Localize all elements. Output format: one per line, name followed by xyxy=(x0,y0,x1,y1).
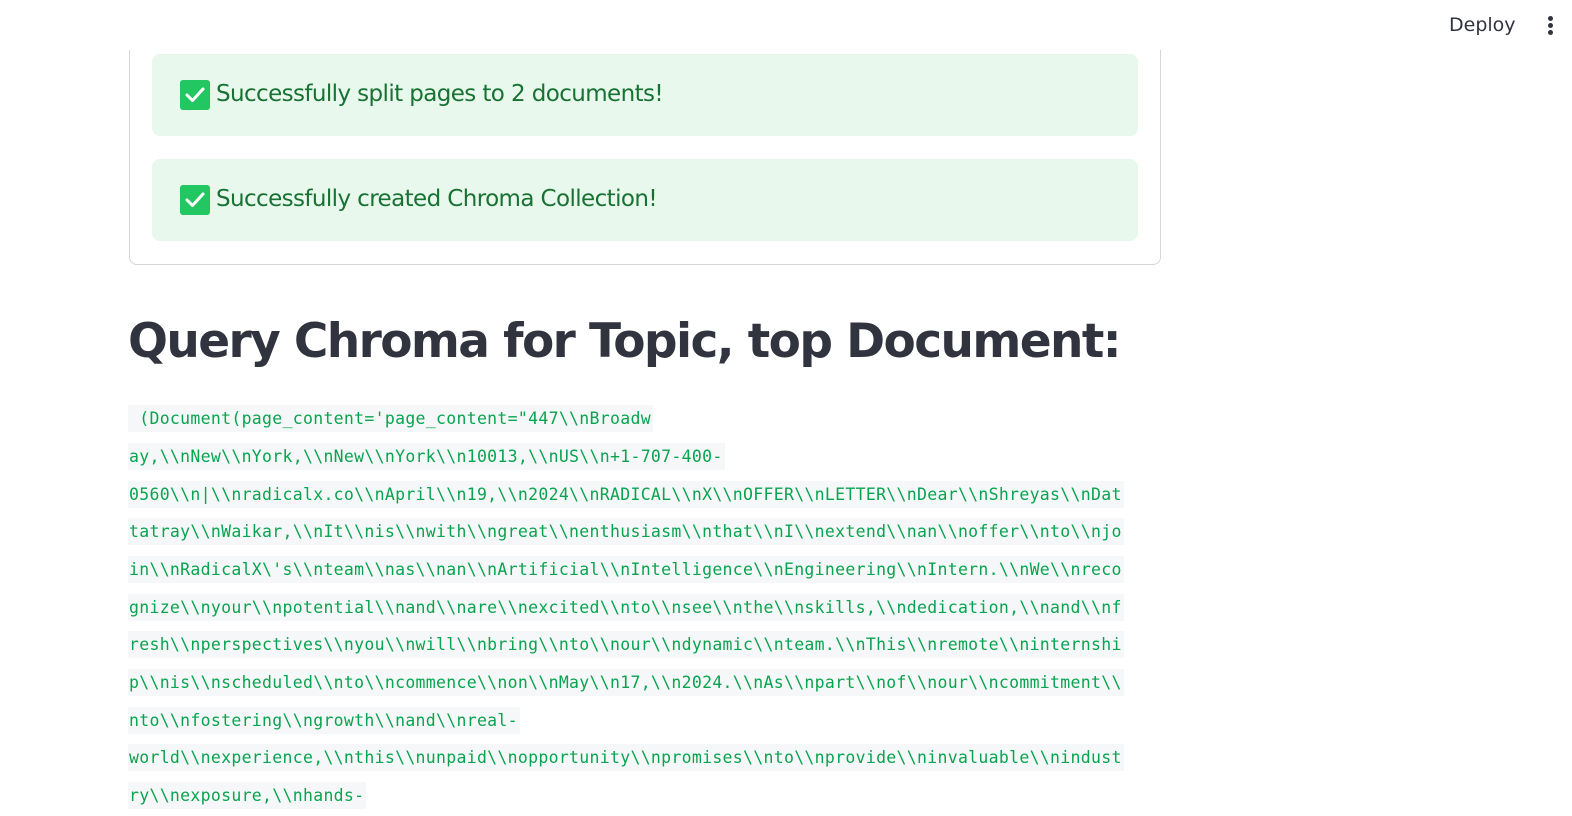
code-line: ay,\\nNew\\nYork,\\nNew\\nYork\\n10013,\… xyxy=(128,443,725,470)
code-line: gnize\\nyour\\npotential\\nand\\nare\\ne… xyxy=(128,594,1124,621)
vertical-ellipsis-icon[interactable] xyxy=(1538,12,1564,38)
alert-message: Successfully split pages to 2 documents! xyxy=(216,81,664,107)
app-header: Deploy xyxy=(0,0,1572,50)
check-box-icon xyxy=(180,80,210,110)
code-line: in\\nRadicalX\'s\\nteam\\nas\\nan\\nArti… xyxy=(128,556,1124,583)
code-line: tatray\\nWaikar,\\nIt\\nis\\nwith\\ngrea… xyxy=(128,518,1124,545)
success-alert-collection: Successfully created Chroma Collection! xyxy=(152,159,1138,241)
deploy-button[interactable]: Deploy xyxy=(1437,12,1528,38)
code-line: ry\\nexposure,\\nhands- xyxy=(128,782,367,809)
code-line: 0560\\n|\\nradicalx.co\\nApril\\n19,\\n2… xyxy=(128,481,1124,508)
code-line: resh\\nperspectives\\nyou\\nwill\\nbring… xyxy=(128,631,1124,658)
code-line: p\\nis\\nscheduled\\nto\\ncommence\\non\… xyxy=(128,669,1124,696)
page-title: Query Chroma for Topic, top Document: xyxy=(128,314,1122,369)
alert-message: Successfully created Chroma Collection! xyxy=(216,186,658,212)
code-line: world\\nexperience,\\nthis\\nunpaid\\nop… xyxy=(128,744,1124,771)
success-alert-split: Successfully split pages to 2 documents! xyxy=(152,54,1138,136)
code-line: nto\\nfostering\\ngrowth\\nand\\nreal- xyxy=(128,707,520,734)
code-line: (Document(page_content='page_content="44… xyxy=(128,405,653,432)
check-box-icon xyxy=(180,185,210,215)
